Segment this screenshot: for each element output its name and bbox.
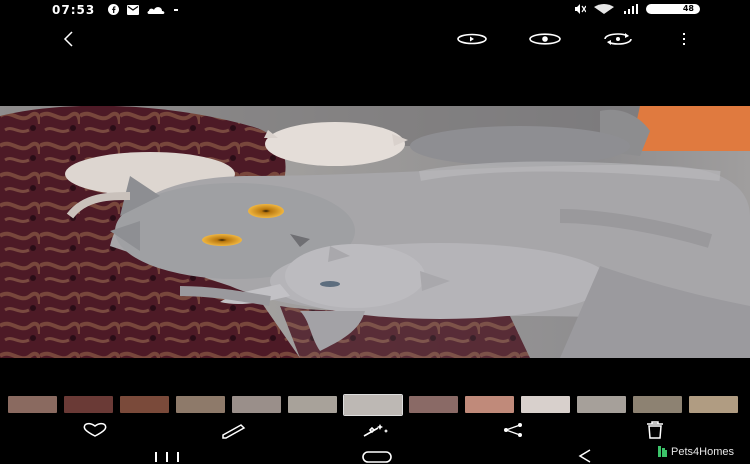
battery-icon: 48 bbox=[646, 4, 700, 14]
share-button[interactable] bbox=[498, 420, 528, 440]
sync-icon bbox=[604, 33, 632, 45]
thumbnail[interactable] bbox=[8, 396, 57, 413]
enhance-icon bbox=[363, 424, 388, 437]
battery-level: 48 bbox=[682, 4, 694, 13]
heart-icon bbox=[83, 422, 107, 437]
clock: 07:53 bbox=[52, 3, 96, 17]
delete-button[interactable] bbox=[640, 420, 670, 440]
thumbnail[interactable] bbox=[64, 396, 113, 413]
mute-icon bbox=[575, 4, 586, 14]
facebook-icon bbox=[108, 4, 119, 15]
edit-button[interactable] bbox=[218, 420, 248, 440]
back-button[interactable] bbox=[58, 28, 80, 50]
home-icon bbox=[362, 451, 392, 463]
chevron-left-icon bbox=[63, 31, 73, 47]
bottom-action-bar bbox=[0, 420, 750, 440]
wifi-icon bbox=[594, 4, 614, 14]
thumbnail[interactable] bbox=[689, 396, 738, 413]
thumbnail[interactable] bbox=[465, 396, 514, 413]
share-icon bbox=[504, 423, 522, 437]
trash-icon bbox=[647, 421, 663, 439]
watermark: Pets4Homes bbox=[657, 445, 734, 458]
thumbnail[interactable] bbox=[409, 396, 458, 413]
view-button[interactable] bbox=[528, 30, 562, 48]
more-vert-icon bbox=[683, 33, 685, 45]
system-icons: 48 bbox=[574, 4, 700, 14]
notification-icons bbox=[108, 4, 179, 15]
home-button[interactable] bbox=[360, 447, 394, 463]
thumbnail[interactable] bbox=[521, 396, 570, 413]
thumbnail[interactable] bbox=[176, 396, 225, 413]
paw-logo-icon bbox=[658, 446, 668, 457]
cloud-icon bbox=[147, 7, 165, 14]
motion-photo-button[interactable] bbox=[455, 30, 489, 48]
thumbnail[interactable] bbox=[232, 396, 281, 413]
signal-icon bbox=[624, 4, 638, 14]
edit-icon bbox=[222, 424, 246, 439]
recents-icon bbox=[155, 452, 179, 462]
system-nav-bar bbox=[0, 444, 750, 464]
sync-button[interactable] bbox=[601, 30, 635, 48]
photo-viewer[interactable] bbox=[0, 106, 750, 358]
mail-icon bbox=[127, 4, 139, 15]
top-toolbar bbox=[0, 26, 750, 52]
thumbnail[interactable] bbox=[288, 396, 337, 413]
enhance-button[interactable] bbox=[360, 420, 390, 440]
thumbnail-selected[interactable] bbox=[343, 393, 403, 416]
view-icon bbox=[529, 33, 561, 45]
thumbnail[interactable] bbox=[120, 396, 169, 413]
cat-photo bbox=[0, 106, 750, 358]
favorite-button[interactable] bbox=[80, 420, 110, 440]
dot-icon bbox=[174, 8, 178, 11]
back-nav-button[interactable] bbox=[574, 447, 596, 463]
thumbnail[interactable] bbox=[577, 396, 626, 413]
back-nav-icon bbox=[578, 449, 591, 463]
recents-button[interactable] bbox=[152, 447, 182, 463]
thumbnail[interactable] bbox=[633, 396, 682, 413]
watermark-text: Pets4Homes bbox=[671, 445, 734, 458]
filmstrip bbox=[8, 393, 738, 416]
more-options-button[interactable] bbox=[676, 30, 692, 48]
status-bar: 07:53 48 bbox=[0, 0, 750, 20]
motion-photo-icon bbox=[457, 33, 487, 45]
